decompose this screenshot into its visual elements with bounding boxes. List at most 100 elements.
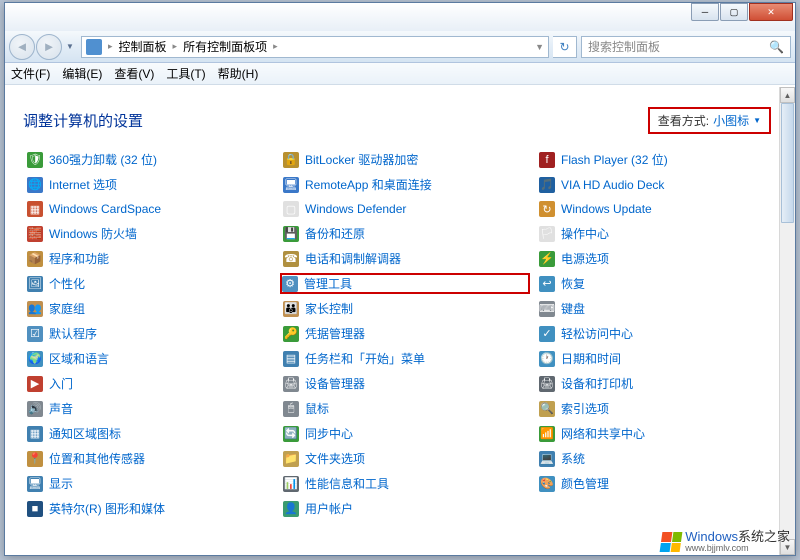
control-panel-item[interactable]: 📶网络和共享中心 — [537, 424, 785, 443]
scroll-up-button[interactable]: ▲ — [780, 87, 795, 103]
close-button[interactable]: ✕ — [749, 3, 793, 21]
item-icon: 🌍 — [27, 351, 43, 367]
item-label: 索引选项 — [561, 400, 609, 417]
control-panel-item[interactable]: 🌐Internet 选项 — [25, 175, 273, 194]
nav-forward-button[interactable]: ► — [36, 34, 62, 60]
control-panel-item[interactable]: 📦程序和功能 — [25, 249, 273, 268]
view-by-value: 小图标 — [713, 112, 749, 129]
item-icon: ▦ — [27, 201, 43, 217]
item-label: 用户帐户 — [305, 500, 353, 517]
menu-file[interactable]: 文件(F) — [11, 65, 50, 82]
item-icon: ■ — [27, 501, 43, 517]
item-label: 系统 — [561, 450, 585, 467]
control-panel-item[interactable]: 📍位置和其他传感器 — [25, 449, 273, 468]
search-icon: 🔍 — [769, 40, 784, 54]
control-panel-item[interactable]: 🖨设备和打印机 — [537, 374, 785, 393]
control-panel-item[interactable]: 🖼个性化 — [25, 274, 273, 293]
item-icon: ☑ — [27, 326, 43, 342]
control-panel-item[interactable]: 🕐日期和时间 — [537, 349, 785, 368]
control-panel-item[interactable]: 🌍区域和语言 — [25, 349, 273, 368]
item-label: 英特尔(R) 图形和媒体 — [49, 500, 165, 517]
item-icon: 📶 — [539, 426, 555, 442]
control-panel-item[interactable]: ▦通知区域图标 — [25, 424, 273, 443]
breadcrumb-sub[interactable]: 所有控制面板项 — [183, 38, 267, 55]
control-panel-item[interactable]: 🔑凭据管理器 — [281, 324, 529, 343]
control-panel-item[interactable]: ⚡电源选项 — [537, 249, 785, 268]
control-panel-item[interactable]: 🎵VIA HD Audio Deck — [537, 175, 785, 194]
item-label: Windows CardSpace — [49, 202, 161, 216]
item-icon: 📁 — [283, 451, 299, 467]
control-panel-item[interactable]: 🖱 鼠标 — [281, 399, 529, 418]
control-panel-item[interactable]: 🖨设备管理器 — [281, 374, 529, 393]
search-placeholder: 搜索控制面板 — [588, 38, 660, 55]
menu-help[interactable]: 帮助(H) — [218, 65, 259, 82]
control-panel-item[interactable]: 🖥RemoteApp 和桌面连接 — [281, 175, 529, 194]
control-panel-item[interactable]: ▶入门 — [25, 374, 273, 393]
control-panel-item[interactable]: ☎电话和调制解调器 — [281, 249, 529, 268]
item-icon: ▤ — [283, 351, 299, 367]
watermark-title: 系统之家 — [738, 529, 790, 544]
control-panel-item[interactable]: 🎨颜色管理 — [537, 474, 785, 493]
control-panel-item[interactable]: fFlash Player (32 位) — [537, 150, 785, 169]
nav-history-dropdown[interactable]: ▼ — [63, 42, 77, 51]
item-label: 键盘 — [561, 300, 585, 317]
vertical-scrollbar[interactable]: ▲ ▼ — [779, 87, 795, 555]
control-panel-item[interactable]: 👤用户帐户 — [281, 499, 529, 518]
control-panel-item[interactable]: 💻系统 — [537, 449, 785, 468]
control-panel-item[interactable]: 📁文件夹选项 — [281, 449, 529, 468]
item-icon: 🎵 — [539, 177, 555, 193]
control-panel-item[interactable]: 🔒BitLocker 驱动器加密 — [281, 150, 529, 169]
menu-edit[interactable]: 编辑(E) — [62, 65, 102, 82]
control-panel-item[interactable]: ✓ 轻松访问中心 — [537, 324, 785, 343]
menu-view[interactable]: 查看(V) — [114, 65, 154, 82]
control-panel-item[interactable]: 🧱Windows 防火墙 — [25, 224, 273, 243]
item-label: 声音 — [49, 400, 73, 417]
item-label: BitLocker 驱动器加密 — [305, 151, 418, 168]
item-icon: ⚡ — [539, 251, 555, 267]
item-label: 轻松访问中心 — [561, 325, 633, 342]
control-panel-item[interactable]: ⌨键盘 — [537, 299, 785, 318]
control-panel-item[interactable]: ☑默认程序 — [25, 324, 273, 343]
control-panel-item[interactable]: 🖥显示 — [25, 474, 273, 493]
control-panel-item[interactable]: ▢Windows Defender — [281, 200, 529, 218]
control-panel-item[interactable]: ▦ Windows CardSpace — [25, 200, 273, 218]
control-panel-item[interactable]: 👥家庭组 — [25, 299, 273, 318]
nav-back-button[interactable]: ◄ — [9, 34, 35, 60]
control-panel-item[interactable]: 🔊声音 — [25, 399, 273, 418]
control-panel-item[interactable]: ⚙管理工具 — [280, 273, 530, 294]
item-label: 设备和打印机 — [561, 375, 633, 392]
menu-tools[interactable]: 工具(T) — [166, 65, 205, 82]
refresh-button[interactable]: ↻ — [553, 36, 577, 58]
item-icon: 🖨 — [283, 376, 299, 392]
item-label: 显示 — [49, 475, 73, 492]
control-panel-item[interactable]: 🔍索引选项 — [537, 399, 785, 418]
address-bar[interactable]: ▸ 控制面板 ▸ 所有控制面板项 ▸ ▼ — [81, 36, 549, 58]
item-icon: ▢ — [283, 201, 299, 217]
control-panel-item[interactable]: 👪家长控制 — [281, 299, 529, 318]
control-panel-item[interactable]: 🔄同步中心 — [281, 424, 529, 443]
control-panel-item[interactable]: ↩恢复 — [537, 274, 785, 293]
address-dropdown-icon[interactable]: ▼ — [535, 42, 544, 52]
search-input[interactable]: 搜索控制面板 🔍 — [581, 36, 791, 58]
breadcrumb-root[interactable]: 控制面板 — [119, 38, 167, 55]
item-icon: ▶ — [27, 376, 43, 392]
control-panel-item[interactable]: 🏳操作中心 — [537, 224, 785, 243]
item-label: 操作中心 — [561, 225, 609, 242]
item-label: 恢复 — [561, 275, 585, 292]
minimize-button[interactable]: ─ — [691, 3, 719, 21]
item-icon: 🖱 — [283, 401, 299, 417]
item-icon: ✓ — [539, 326, 555, 342]
item-label: 鼠标 — [305, 400, 329, 417]
view-by-selector[interactable]: 查看方式: 小图标 ▼ — [648, 107, 771, 134]
control-panel-item[interactable]: ▤任务栏和「开始」菜单 — [281, 349, 529, 368]
control-panel-item[interactable]: 🛡360强力卸载 (32 位) — [25, 150, 273, 169]
control-panel-item[interactable]: ■ 英特尔(R) 图形和媒体 — [25, 499, 273, 518]
item-icon: 📊 — [283, 476, 299, 492]
control-panel-item[interactable]: ↻Windows Update — [537, 200, 785, 218]
control-panel-item[interactable]: 💾备份和还原 — [281, 224, 529, 243]
item-label: Internet 选项 — [49, 176, 117, 193]
scroll-thumb[interactable] — [781, 103, 794, 223]
control-panel-item[interactable]: 📊性能信息和工具 — [281, 474, 529, 493]
item-icon: 🛡 — [27, 152, 43, 168]
maximize-button[interactable]: ▢ — [720, 3, 748, 21]
